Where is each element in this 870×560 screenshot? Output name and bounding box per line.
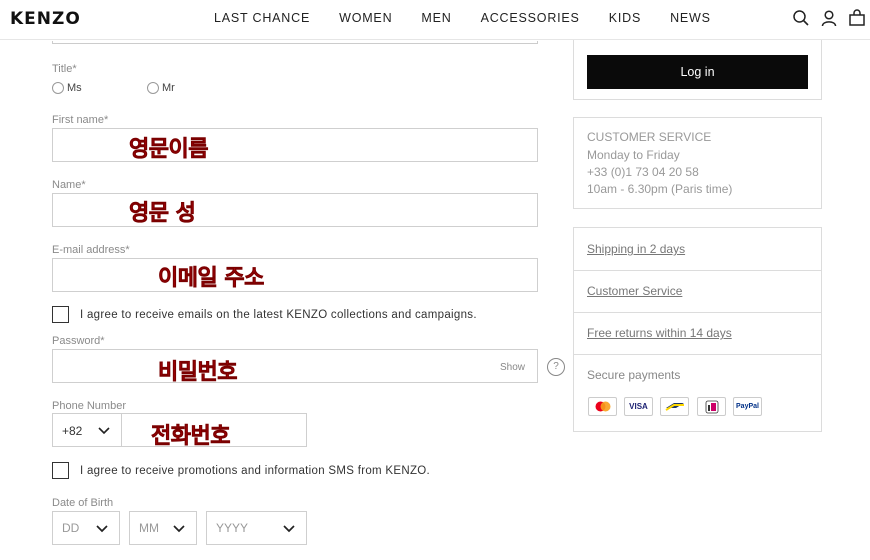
account-icon[interactable]: [820, 9, 838, 27]
divider: [574, 270, 821, 271]
dob-label: Date of Birth: [52, 497, 114, 509]
phone-annotation: 전화번호: [151, 424, 231, 450]
password-annotation: 비밀번호: [158, 360, 238, 386]
first-name-annotation: 영문이름: [129, 137, 209, 163]
cs-phone[interactable]: +33 (0)1 73 04 20 58: [587, 164, 699, 182]
phone-label: Phone Number: [52, 400, 126, 412]
radio-circle-icon: [52, 82, 64, 94]
kenzo-logo[interactable]: KENZO: [10, 9, 81, 29]
nav-women[interactable]: WOMEN: [339, 11, 392, 25]
show-password-toggle[interactable]: Show: [500, 362, 525, 373]
nav-news[interactable]: NEWS: [670, 11, 711, 25]
customer-service-link[interactable]: Customer Service: [587, 284, 682, 298]
shipping-link[interactable]: Shipping in 2 days: [587, 242, 685, 256]
mastercard-icon: [588, 397, 617, 416]
first-name-label: First name*: [52, 114, 109, 126]
last-name-annotation: 영문 성: [129, 201, 196, 227]
title-ms-radio[interactable]: Ms: [52, 82, 82, 94]
radio-circle-icon: [147, 82, 159, 94]
site-header: KENZO LAST CHANCE WOMEN MEN ACCESSORIES …: [0, 0, 870, 40]
nav-accessories[interactable]: ACCESSORIES: [481, 11, 580, 25]
dob-month-select[interactable]: MM: [129, 511, 197, 545]
free-returns-link[interactable]: Free returns within 14 days: [587, 326, 732, 340]
cs-time: 10am - 6.30pm (Paris time): [587, 182, 733, 196]
email-annotation: 이메일 주소: [158, 266, 265, 292]
divider: [574, 312, 821, 313]
ideal-icon: [697, 397, 726, 416]
nav-men[interactable]: MEN: [421, 11, 451, 25]
title-mr-radio[interactable]: Mr: [147, 82, 175, 94]
sms-consent-text: I agree to receive promotions and inform…: [80, 465, 431, 477]
cs-days: Monday to Friday: [587, 148, 680, 162]
chevron-down-icon: [173, 525, 185, 533]
last-name-input[interactable]: [52, 193, 538, 227]
chevron-down-icon: [96, 525, 108, 533]
phone-country-code-select[interactable]: +82: [52, 413, 122, 447]
login-button[interactable]: Log in: [587, 55, 808, 89]
sms-consent-checkbox[interactable]: [52, 462, 69, 479]
title-label: Title*: [52, 63, 77, 75]
header-icons: [792, 9, 866, 27]
email-consent-checkbox[interactable]: [52, 306, 69, 323]
main-nav: LAST CHANCE WOMEN MEN ACCESSORIES KIDS N…: [214, 11, 740, 25]
divider: [574, 354, 821, 355]
name-label: Name*: [52, 179, 86, 191]
chevron-down-icon: [98, 427, 110, 435]
search-icon[interactable]: [792, 9, 810, 27]
nav-last-chance[interactable]: LAST CHANCE: [214, 11, 310, 25]
email-consent-text: I agree to receive emails on the latest …: [80, 309, 477, 321]
bancontact-icon: [660, 397, 689, 416]
paypal-icon: PayPal: [733, 397, 762, 416]
bag-icon[interactable]: [848, 9, 866, 27]
email-input[interactable]: [52, 258, 538, 292]
customer-service-title: CUSTOMER SERVICE: [587, 130, 712, 144]
previous-field-edge: [52, 41, 538, 44]
secure-payments-label: Secure payments: [587, 368, 681, 382]
nav-kids[interactable]: KIDS: [609, 11, 641, 25]
chevron-down-icon: [283, 525, 295, 533]
dob-day-select[interactable]: DD: [52, 511, 120, 545]
first-name-input[interactable]: [52, 128, 538, 162]
email-label: E-mail address*: [52, 244, 130, 256]
help-icon[interactable]: ?: [547, 358, 565, 376]
password-input[interactable]: Show: [52, 349, 538, 383]
dob-year-select[interactable]: YYYY: [206, 511, 307, 545]
visa-icon: VISA: [624, 397, 653, 416]
password-label: Password*: [52, 335, 105, 347]
